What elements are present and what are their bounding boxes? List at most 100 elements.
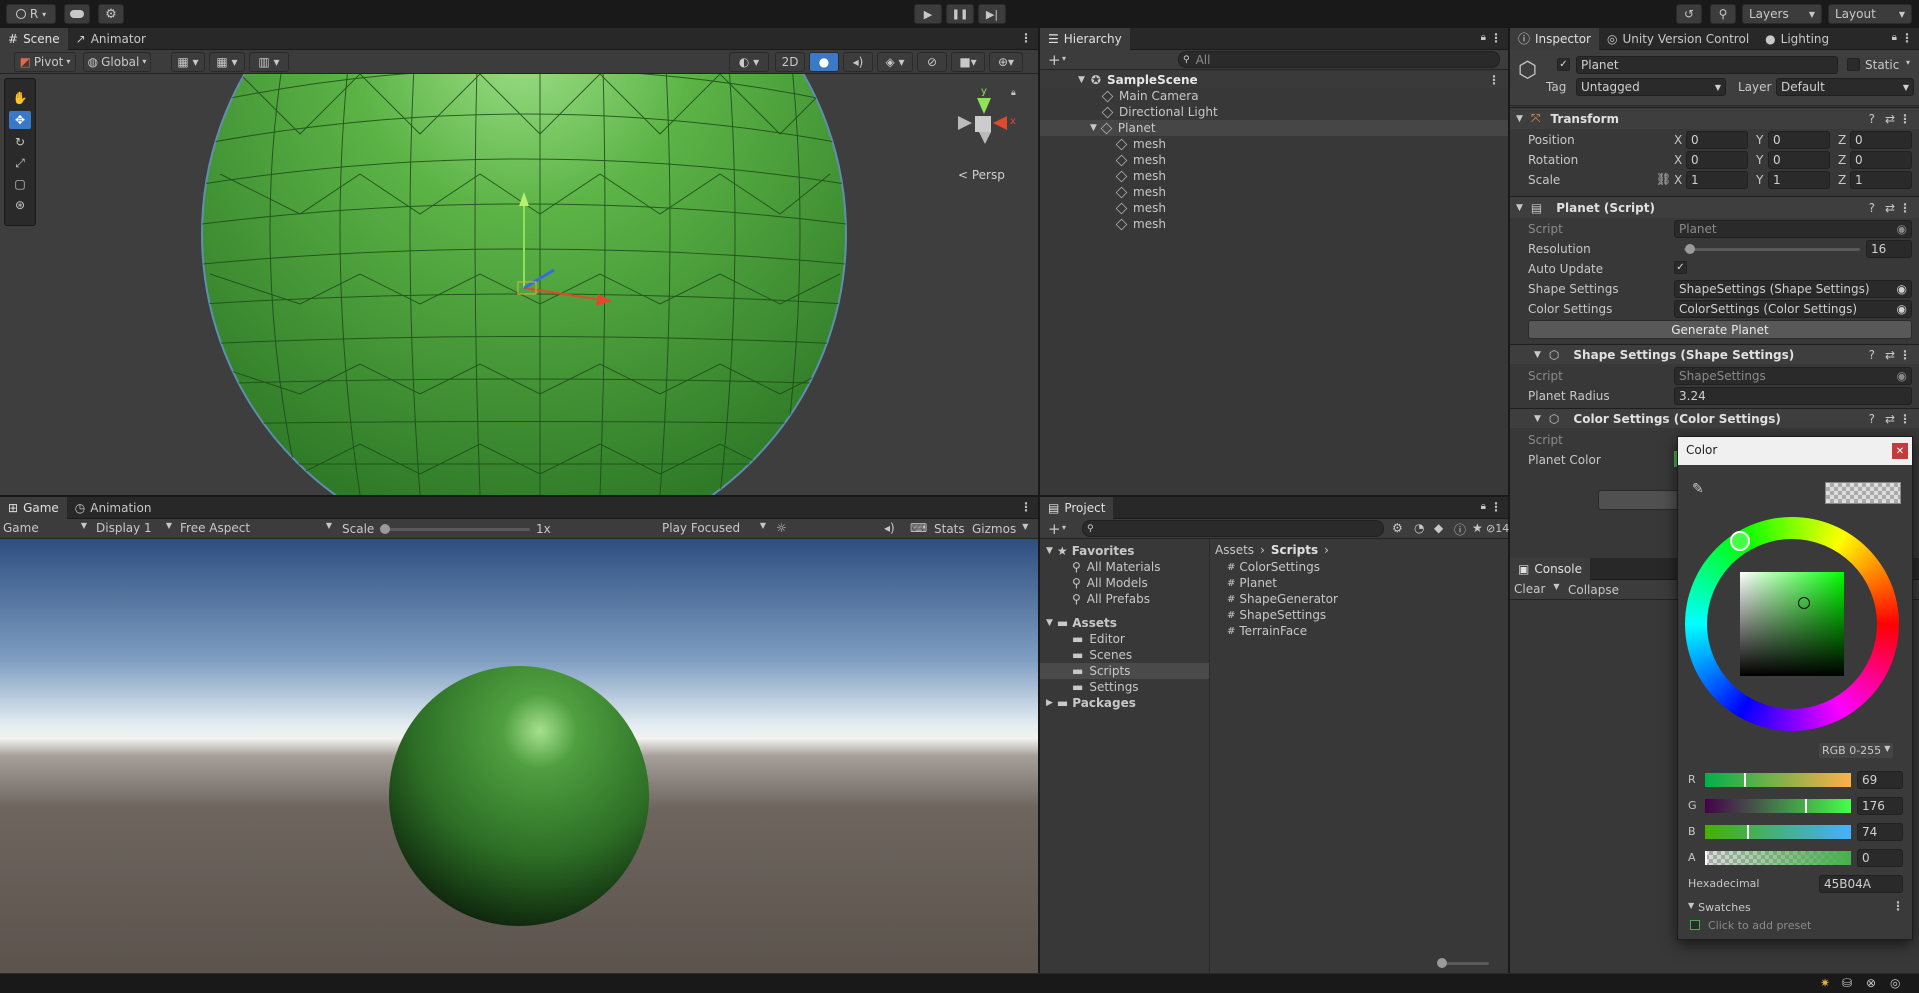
tab-version-control[interactable]: ◎ Unity Version Control	[1599, 28, 1757, 50]
list-item[interactable]: mesh	[1040, 216, 1508, 232]
list-item[interactable]: Directional Light	[1040, 104, 1508, 120]
favorite-star-icon[interactable]: ★	[1472, 521, 1483, 535]
position-x-field[interactable]: 0	[1686, 131, 1748, 149]
breadcrumb-assets[interactable]: Assets	[1215, 543, 1254, 557]
preset-icon[interactable]: ⇄	[1885, 412, 1895, 426]
swatch-preset-icon[interactable]	[1690, 920, 1700, 930]
hierarchy-search-input[interactable]: ⚲ All	[1178, 51, 1500, 68]
help-icon[interactable]: ?	[1869, 348, 1875, 362]
packages-row[interactable]: ▶ ▬ Packages	[1040, 695, 1209, 711]
preset-icon[interactable]: ⇄	[1885, 112, 1895, 126]
debug-mode-icon[interactable]: ⊗	[1866, 976, 1876, 990]
hand-tool-icon[interactable]: ✋	[9, 89, 31, 107]
lighting-toggle[interactable]: ●	[809, 51, 839, 72]
r-field[interactable]: 69	[1857, 771, 1903, 789]
display-dropdown[interactable]: Display 1 ▼	[92, 521, 172, 535]
resolution-slider[interactable]	[1684, 248, 1860, 251]
scene-viewport[interactable]: ✋ ✥ ↻ ⤢ ▢ ⊛ y x 🔒︎ < Persp	[0, 74, 1038, 495]
tab-animation[interactable]: ◷ Animation	[67, 497, 160, 519]
panel-menu-icon[interactable]: ⋮	[1901, 31, 1913, 45]
list-item[interactable]: ▬ Scenes	[1040, 647, 1209, 663]
pause-button[interactable]: ❚❚	[946, 4, 974, 24]
a-slider-handle[interactable]	[1705, 851, 1707, 865]
effects-dropdown[interactable]: ◈ ▾	[877, 51, 913, 72]
cache-server-icon[interactable]: ⛁	[1842, 976, 1852, 990]
global-dropdown[interactable]: ◍ Global ▾	[83, 51, 151, 72]
pivot-dropdown[interactable]: ◩ Pivot ▾	[14, 51, 76, 72]
file-item[interactable]: # ColorSettings	[1211, 559, 1508, 575]
filter-warning-icon[interactable]: ⓘ	[1454, 521, 1466, 538]
layers-dropdown[interactable]: Layers ▼	[1742, 4, 1822, 24]
tab-project[interactable]: ▤ Project	[1040, 496, 1114, 519]
static-checkbox[interactable]	[1847, 58, 1860, 71]
position-y-field[interactable]: 0	[1768, 131, 1830, 149]
scale-slider-knob[interactable]	[380, 524, 390, 534]
component-menu-icon[interactable]: ⋮	[1899, 348, 1911, 362]
list-item-selected[interactable]: ▼ Planet	[1040, 120, 1508, 136]
lock-icon[interactable]: 🔒︎	[1481, 32, 1486, 43]
move-tool-icon[interactable]: ✥	[9, 111, 31, 129]
r-slider[interactable]	[1705, 773, 1851, 787]
hidden-packages-count[interactable]: ⊘14	[1486, 522, 1509, 535]
tab-scene[interactable]: # Scene	[0, 27, 68, 50]
hidden-objects-toggle[interactable]: ⊘	[917, 51, 947, 72]
hue-wheel[interactable]	[1685, 517, 1899, 731]
scale-z-field[interactable]: 1	[1850, 171, 1912, 189]
list-item[interactable]: ⚲ All Models	[1040, 575, 1209, 591]
keyboard-icon[interactable]: ⌨	[910, 521, 927, 535]
scene-row[interactable]: ▼ ✪ SampleScene ⋮	[1040, 72, 1508, 88]
audio-toggle[interactable]: ◂)	[843, 51, 873, 72]
preset-icon[interactable]: ⇄	[1885, 348, 1895, 362]
orientation-gizmo[interactable]: y x 🔒︎	[955, 86, 1019, 156]
history-button[interactable]: ↺	[1676, 4, 1702, 24]
transform-header[interactable]: ▼ ⤧ Transform ? ⇄ ⋮	[1510, 107, 1919, 129]
toggle-2d-button[interactable]: 2D	[775, 51, 805, 72]
swatches-header[interactable]: ▼ Swatches	[1688, 901, 1751, 914]
clear-dropdown[interactable]: Clear ▼	[1514, 582, 1560, 596]
services-button[interactable]: ⚙	[98, 4, 124, 24]
favorites-row[interactable]: ▼ ★ Favorites	[1040, 543, 1209, 559]
draw-mode-dropdown[interactable]: ◐ ▾	[729, 51, 769, 72]
scale-x-field[interactable]: 1	[1686, 171, 1748, 189]
g-field[interactable]: 176	[1857, 797, 1903, 815]
scale-tool-icon[interactable]: ⤢	[9, 154, 31, 172]
account-button[interactable]: R ▾	[6, 4, 56, 24]
component-menu-icon[interactable]: ⋮	[1899, 412, 1911, 426]
object-picker-icon[interactable]: ◉	[1897, 282, 1907, 296]
play-focused-dropdown[interactable]: Play Focused ▼	[662, 521, 766, 535]
shape-settings-header[interactable]: ▼ ⬡ Shape Settings (Shape Settings) ? ⇄ …	[1510, 344, 1919, 364]
list-item[interactable]: ⚲ All Materials	[1040, 559, 1209, 575]
collab-icon[interactable]: ◎	[1890, 976, 1900, 990]
lock-icon[interactable]: 🔒︎	[1481, 501, 1486, 512]
g-slider-handle[interactable]	[1805, 799, 1807, 813]
collapse-button[interactable]: Collapse	[1568, 583, 1619, 597]
r-slider-handle[interactable]	[1744, 773, 1746, 787]
rotation-x-field[interactable]: 0	[1686, 151, 1748, 169]
list-item[interactable]: mesh	[1040, 184, 1508, 200]
eyedropper-icon[interactable]: ✎	[1692, 481, 1704, 497]
game-viewport[interactable]	[0, 539, 1038, 973]
cloud-button[interactable]	[64, 4, 90, 24]
preset-icon[interactable]: ⇄	[1885, 201, 1895, 215]
camera-dropdown[interactable]: ■ ▾	[951, 51, 985, 72]
filter-label-icon[interactable]: ◆	[1434, 521, 1443, 535]
object-picker-icon[interactable]: ◉	[1897, 302, 1907, 316]
static-dropdown-icon[interactable]: ▾	[1906, 58, 1910, 67]
layout-dropdown[interactable]: Layout ▼	[1828, 4, 1912, 24]
help-icon[interactable]: ?	[1869, 201, 1875, 215]
grid-snap-button[interactable]: ▦ ▾	[171, 51, 205, 72]
tab-lighting[interactable]: ● Lighting	[1757, 28, 1837, 50]
tab-hierarchy[interactable]: ☰ Hierarchy	[1040, 27, 1130, 50]
icon-size-slider-knob[interactable]	[1437, 958, 1447, 968]
b-slider-handle[interactable]	[1747, 825, 1749, 839]
color-settings-field[interactable]: ColorSettings (Color Settings) ◉	[1674, 300, 1912, 318]
object-name-field[interactable]: Planet	[1576, 56, 1838, 74]
game-mode-dropdown[interactable]: Game ▼	[3, 521, 87, 535]
g-slider[interactable]	[1705, 799, 1851, 813]
gizmos-dropdown[interactable]: ⊕ ▾	[989, 51, 1023, 72]
mute-audio-icon[interactable]: ◂)	[884, 521, 895, 535]
scale-y-field[interactable]: 1	[1768, 171, 1830, 189]
list-item[interactable]: ▬ Settings	[1040, 679, 1209, 695]
stats-button[interactable]: Stats	[934, 522, 965, 536]
breadcrumb-scripts[interactable]: Scripts	[1271, 543, 1318, 557]
